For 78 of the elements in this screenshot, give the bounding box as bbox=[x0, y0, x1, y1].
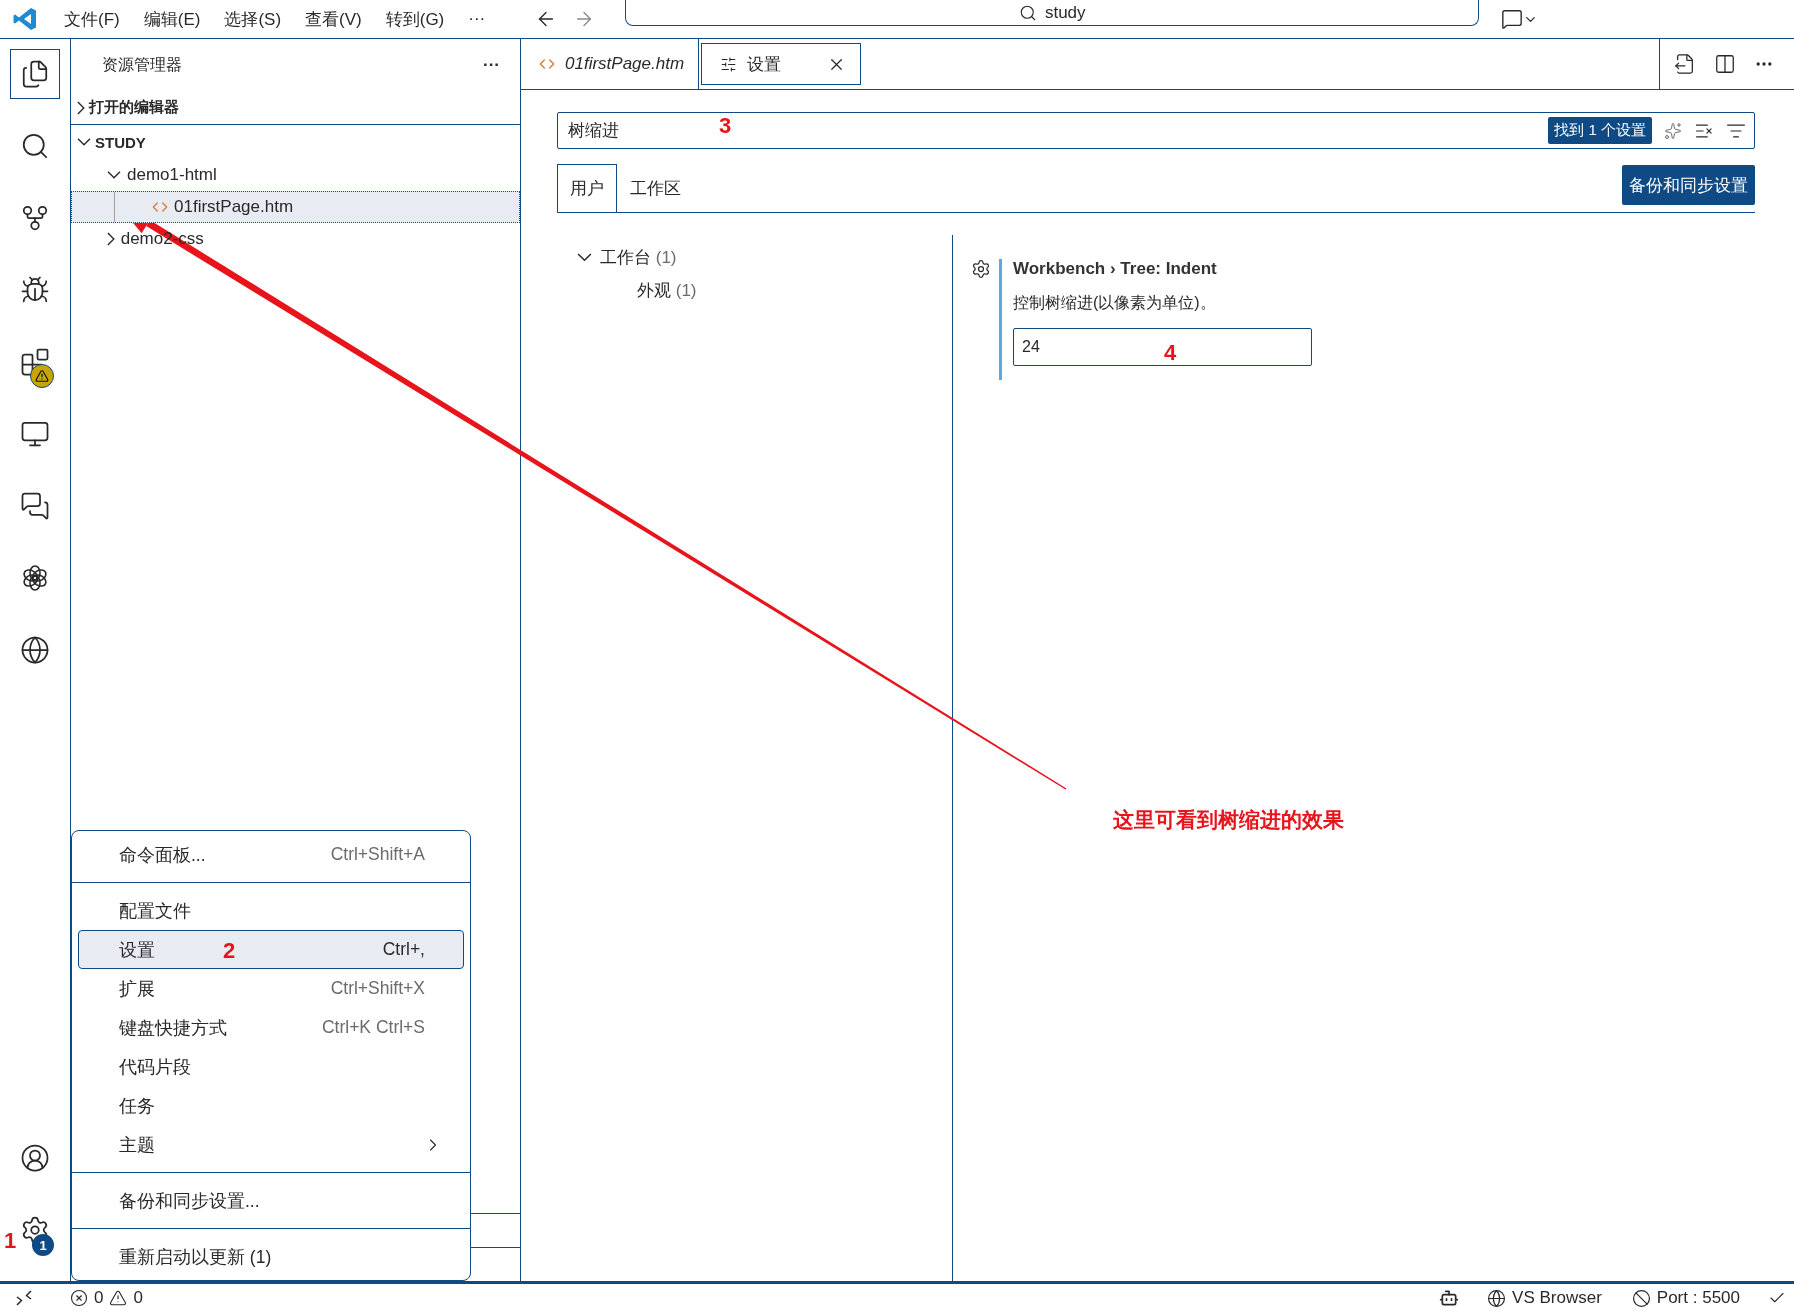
step-marker: 3 bbox=[719, 113, 732, 139]
chat-icon bbox=[20, 491, 50, 521]
menu-item[interactable]: 选择(S) bbox=[212, 7, 294, 31]
toc-item[interactable]: 工作台 (1) bbox=[557, 241, 952, 274]
chevron-icon bbox=[577, 253, 592, 262]
warning-count: 0 bbox=[133, 1288, 143, 1308]
editor-tab[interactable]: 01firstPage.htm bbox=[521, 39, 700, 89]
section-header[interactable]: 打开的编辑器 bbox=[71, 91, 520, 125]
chevron-icon bbox=[107, 232, 115, 246]
menu-item[interactable]: 文件(F) bbox=[52, 7, 132, 31]
menu-item[interactable]: 代码片段 bbox=[78, 1047, 464, 1086]
blocked-icon bbox=[1631, 1288, 1651, 1308]
blocks-icon bbox=[20, 347, 50, 377]
error-icon bbox=[70, 1289, 88, 1307]
gear-icon[interactable] bbox=[971, 259, 991, 279]
menu-item[interactable]: 编辑(E) bbox=[131, 7, 213, 31]
menu-item[interactable]: 主题 bbox=[78, 1125, 464, 1164]
split-editor-icon[interactable] bbox=[1714, 53, 1736, 75]
files-icon bbox=[20, 59, 50, 89]
menu-item[interactable]: 重新启动以更新 (1) bbox=[78, 1237, 464, 1276]
scope-tab[interactable]: 工作区 bbox=[617, 164, 694, 212]
chevron-icon bbox=[77, 138, 91, 146]
step-marker: 1 bbox=[4, 1228, 17, 1254]
section-header[interactable]: STUDY bbox=[71, 125, 520, 159]
bug-icon bbox=[20, 275, 50, 305]
globe-icon bbox=[20, 635, 50, 665]
account-icon bbox=[20, 1143, 50, 1173]
step-marker: 4 bbox=[1164, 340, 1177, 366]
menu-item[interactable]: 扩展 Ctrl+Shift+X bbox=[78, 969, 464, 1008]
code-icon bbox=[539, 56, 555, 72]
file-row[interactable]: 01firstPage.htm bbox=[71, 191, 520, 223]
menu-item[interactable]: 查看(V) bbox=[293, 7, 374, 31]
result-count: 找到 1 个设置 bbox=[1548, 117, 1652, 144]
file-arrow-icon[interactable] bbox=[1674, 53, 1696, 75]
command-center[interactable]: study bbox=[625, 0, 1480, 26]
menu-item[interactable]: 转到(G) bbox=[373, 7, 457, 31]
menu-item[interactable]: 备份和同步设置... bbox=[78, 1181, 464, 1220]
port-label: Port : 5500 bbox=[1656, 1288, 1740, 1308]
step-marker: 2 bbox=[223, 938, 236, 964]
editor-tab[interactable]: 设置 bbox=[701, 43, 862, 85]
setting-title: Workbench › Tree: Indent bbox=[1013, 259, 1218, 279]
sidebar-title: 资源管理器 bbox=[102, 54, 182, 75]
more-menu[interactable]: ··· bbox=[456, 9, 498, 29]
notification-badge: 1 bbox=[32, 1234, 54, 1256]
folder-row[interactable]: demo1-html bbox=[71, 159, 520, 191]
browser-status[interactable]: VS Browser bbox=[1487, 1288, 1602, 1308]
sync-settings-button[interactable]: 备份和同步设置 bbox=[1622, 165, 1755, 205]
more-button[interactable]: ··· bbox=[483, 55, 500, 75]
code-icon bbox=[152, 199, 168, 215]
monitor-icon bbox=[20, 419, 50, 449]
menu-item[interactable]: 命令面板... Ctrl+Shift+A bbox=[78, 835, 464, 874]
chevron-icon bbox=[107, 171, 121, 179]
warning-icon bbox=[109, 1289, 128, 1307]
app-logo bbox=[12, 6, 38, 32]
annotation-note: 这里可看到树缩进的效果 bbox=[1113, 806, 1344, 834]
knot-icon bbox=[20, 563, 50, 593]
globe-icon bbox=[1487, 1288, 1507, 1308]
chat-icon bbox=[1501, 8, 1524, 30]
error-count: 0 bbox=[94, 1288, 104, 1308]
robot-icon[interactable] bbox=[1439, 1288, 1460, 1308]
branch-icon bbox=[20, 203, 50, 233]
menu-item[interactable]: 配置文件 bbox=[78, 891, 464, 930]
port-status[interactable]: Port : 5500 bbox=[1631, 1288, 1740, 1308]
scope-tab[interactable]: 用户 bbox=[557, 164, 617, 212]
activity-bar-item[interactable] bbox=[10, 49, 60, 99]
activity-bar-item[interactable]: 1 bbox=[17, 1205, 53, 1255]
sparkles-icon[interactable] bbox=[1664, 121, 1682, 140]
browser-label: VS Browser bbox=[1512, 1288, 1602, 1308]
search-icon bbox=[1018, 3, 1037, 22]
chevron-icon bbox=[77, 100, 85, 115]
menu-item[interactable]: 键盘快捷方式 Ctrl+K Ctrl+S bbox=[78, 1008, 464, 1047]
toc-item[interactable]: 外观 (1) bbox=[557, 274, 952, 307]
menu-item[interactable]: 任务 bbox=[78, 1086, 464, 1125]
setting-description: 控制树缩进(以像素为单位)。 bbox=[1013, 293, 1217, 313]
problems-status[interactable]: 0 0 bbox=[70, 1288, 143, 1308]
remote-icon[interactable] bbox=[14, 1288, 34, 1308]
sliders-icon bbox=[720, 55, 738, 73]
search-icon bbox=[20, 131, 50, 161]
